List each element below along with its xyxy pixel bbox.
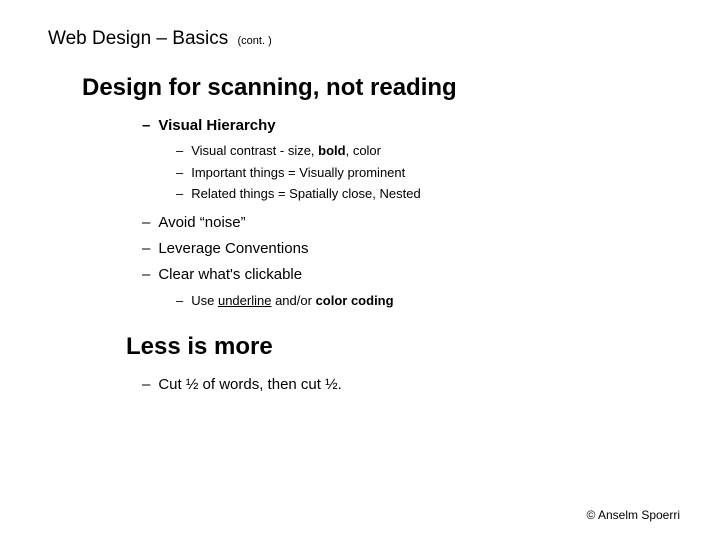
text-underline: underline [218, 293, 272, 308]
bullet-label: Cut ½ of words, then cut ½. [158, 375, 341, 395]
text-part: Visual contrast - size, [191, 143, 318, 158]
sub-text: Related things = Spatially close, Nested [191, 185, 420, 203]
text-bold: bold [318, 143, 345, 158]
sub-related-things: – Related things = Spatially close, Nest… [176, 185, 680, 203]
text-part: and/or [271, 293, 315, 308]
text-part: Important things = [191, 165, 299, 180]
dash-icon: – [176, 164, 183, 182]
footer-copyright: © Anselm Spoerri [586, 508, 680, 522]
sub-important-things: – Important things = Visually prominent [176, 164, 680, 182]
sub-underline-color: – Use underline and/or color coding [176, 292, 680, 310]
bullet-label: Visual Hierarchy [158, 116, 275, 136]
dash-icon: – [142, 265, 150, 285]
sub-text: Important things = Visually prominent [191, 164, 405, 182]
text-part: Visually prominent [299, 165, 405, 180]
bullet-label: Clear what's clickable [158, 265, 302, 285]
dash-icon: – [142, 375, 150, 395]
header-cont: (cont. ) [238, 35, 272, 47]
text-part: Related things = [191, 186, 289, 201]
bullet-visual-hierarchy: – Visual Hierarchy [142, 116, 680, 136]
dash-icon: – [142, 239, 150, 259]
header-title: Web Design – Basics [48, 28, 228, 49]
sub-visual-contrast: – Visual contrast - size, bold, color [176, 142, 680, 160]
dash-icon: – [176, 292, 183, 310]
sub-text: Visual contrast - size, bold, color [191, 142, 381, 160]
bullet-clear-clickable: – Clear what's clickable [142, 265, 680, 285]
bullet-leverage-conventions: – Leverage Conventions [142, 239, 680, 259]
slide-header: Web Design – Basics (cont. ) [48, 28, 680, 50]
text-part: , color [346, 143, 381, 158]
dash-icon: – [142, 116, 150, 136]
bullet-label: Leverage Conventions [158, 239, 308, 259]
bullet-avoid-noise: – Avoid “noise” [142, 213, 680, 233]
dash-icon: – [142, 213, 150, 233]
bullet-label: Avoid “noise” [158, 213, 245, 233]
dash-icon: – [176, 185, 183, 203]
bullet-cut-half: – Cut ½ of words, then cut ½. [142, 375, 680, 395]
text-part: Spatially close, Nested [289, 186, 421, 201]
dash-icon: – [176, 142, 183, 160]
section2-title: Less is more [126, 333, 680, 361]
text-part: Use [191, 293, 218, 308]
section1-title: Design for scanning, not reading [82, 74, 680, 102]
text-bold: color coding [316, 293, 394, 308]
sub-text: Use underline and/or color coding [191, 292, 393, 310]
slide: Web Design – Basics (cont. ) Design for … [0, 0, 720, 540]
